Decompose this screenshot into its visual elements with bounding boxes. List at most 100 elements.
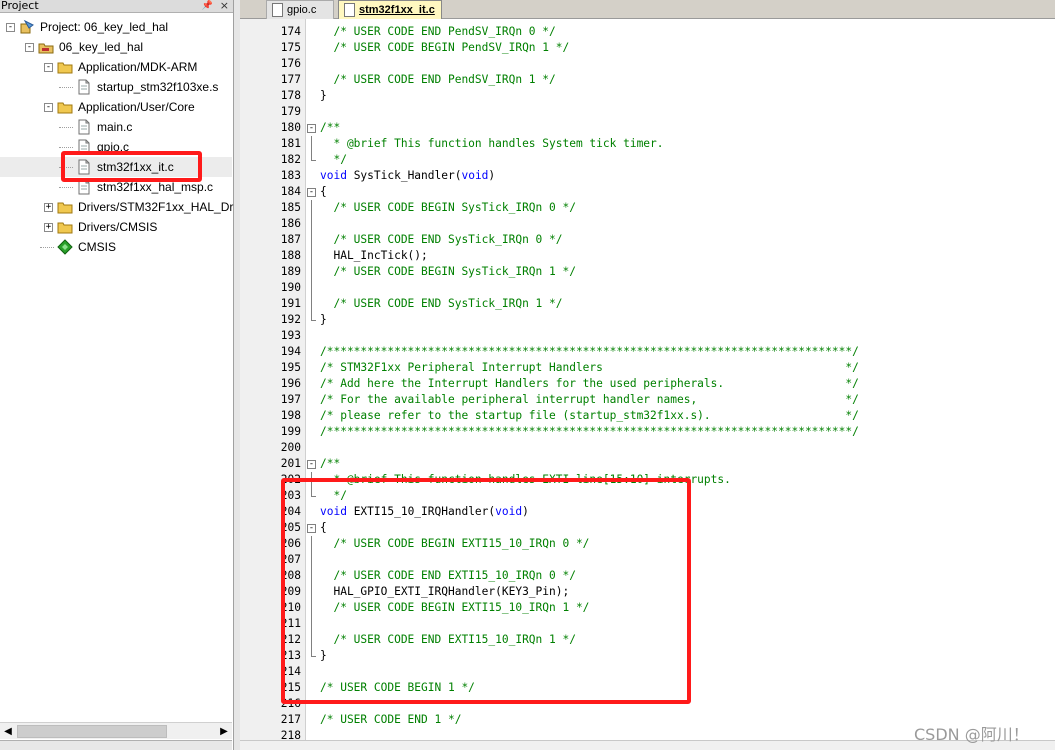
code-line[interactable]: 185 /* USER CODE BEGIN SysTick_IRQn 0 */	[240, 200, 1055, 216]
fold-toggle-icon[interactable]: -	[307, 188, 316, 197]
code-line[interactable]: 202 * @brief This function handles EXTI …	[240, 472, 1055, 488]
collapse-toggle-icon[interactable]: -	[6, 23, 15, 32]
comment-token: */	[320, 153, 347, 166]
code-text: HAL_IncTick();	[320, 248, 427, 264]
code-line[interactable]: 181 * @brief This function handles Syste…	[240, 136, 1055, 152]
tree-item[interactable]: + Drivers/STM32F1xx_HAL_Driv	[0, 197, 242, 217]
code-text: {	[320, 184, 327, 200]
code-line[interactable]: 207	[240, 552, 1055, 568]
code-line[interactable]: 190	[240, 280, 1055, 296]
code-token: }	[320, 649, 327, 662]
line-number: 200	[280, 441, 301, 454]
tree-item[interactable]: startup_stm32f103xe.s	[0, 77, 232, 97]
scroll-left-button[interactable]: ◀	[0, 724, 16, 739]
code-line[interactable]: 175 /* USER CODE BEGIN PendSV_IRQn 1 */	[240, 40, 1055, 56]
code-line[interactable]: 199 /************************************…	[240, 424, 1055, 440]
code-text-area[interactable]: 174 /* USER CODE END PendSV_IRQn 0 */175…	[240, 19, 1055, 750]
tree-item[interactable]: main.c	[0, 117, 232, 137]
tree-item[interactable]: stm32f1xx_hal_msp.c	[0, 177, 232, 197]
tree-item-label: stm32f1xx_hal_msp.c	[97, 180, 214, 194]
code-line[interactable]: 192}	[240, 312, 1055, 328]
code-line[interactable]: 179	[240, 104, 1055, 120]
tree-item[interactable]: - 06_key_led_hal	[0, 37, 232, 57]
tree-item[interactable]: - Application/MDK-ARM	[0, 57, 232, 77]
line-number: 210	[280, 601, 301, 614]
expand-toggle-icon[interactable]: +	[44, 203, 53, 212]
code-line[interactable]: 209 HAL_GPIO_EXTI_IRQHandler(KEY3_Pin);	[240, 584, 1055, 600]
code-line[interactable]: 191 /* USER CODE END SysTick_IRQn 1 */	[240, 296, 1055, 312]
line-number: 201	[280, 457, 301, 470]
code-line[interactable]: 210 /* USER CODE BEGIN EXTI15_10_IRQn 1 …	[240, 600, 1055, 616]
code-line[interactable]: 206 /* USER CODE BEGIN EXTI15_10_IRQn 0 …	[240, 536, 1055, 552]
fold-toggle-icon[interactable]: -	[307, 124, 316, 133]
tree-item[interactable]: gpio.c	[0, 137, 232, 157]
tree-connector	[40, 247, 54, 248]
line-number: 180	[280, 121, 301, 134]
code-text: /* USER CODE BEGIN SysTick_IRQn 0 */	[320, 200, 575, 216]
code-line[interactable]: 189 /* USER CODE BEGIN SysTick_IRQn 1 */	[240, 264, 1055, 280]
code-line[interactable]: 211	[240, 616, 1055, 632]
code-line[interactable]: 184-{	[240, 184, 1055, 200]
tree-item[interactable]: stm32f1xx_it.c	[0, 157, 232, 177]
tab-stm32f1xx-it-c[interactable]: stm32f1xx_it.c	[338, 0, 442, 19]
code-line[interactable]: 198 /* please refer to the startup file (…	[240, 408, 1055, 424]
code-line[interactable]: 187 /* USER CODE END SysTick_IRQn 0 */	[240, 232, 1055, 248]
code-line[interactable]: 182 */	[240, 152, 1055, 168]
code-line[interactable]: 177 /* USER CODE END PendSV_IRQn 1 */	[240, 72, 1055, 88]
code-line[interactable]: 216	[240, 696, 1055, 712]
project-horizontal-scrollbar[interactable]: ◀ ▶	[0, 722, 232, 739]
expand-toggle-icon[interactable]: +	[44, 223, 53, 232]
code-line[interactable]: 174 /* USER CODE END PendSV_IRQn 0 */	[240, 24, 1055, 40]
code-line[interactable]: 195 /* STM32F1xx Peripheral Interrupt Han…	[240, 360, 1055, 376]
code-line[interactable]: 200	[240, 440, 1055, 456]
code-line[interactable]: 204 void EXTI15_10_IRQHandler(void)	[240, 504, 1055, 520]
code-line[interactable]: 213}	[240, 648, 1055, 664]
code-line[interactable]: 208 /* USER CODE END EXTI15_10_IRQn 0 */	[240, 568, 1055, 584]
code-text: /* For the available peripheral interrup…	[320, 392, 859, 408]
code-line[interactable]: 194 /************************************…	[240, 344, 1055, 360]
folder-icon	[57, 199, 73, 215]
code-line[interactable]: 176	[240, 56, 1055, 72]
scrollbar-thumb[interactable]	[17, 725, 167, 738]
code-line[interactable]: 180-/**	[240, 120, 1055, 136]
tree-item[interactable]: + Drivers/CMSIS	[0, 217, 232, 237]
code-line[interactable]: 203 */	[240, 488, 1055, 504]
code-text: HAL_GPIO_EXTI_IRQHandler(KEY3_Pin);	[320, 584, 569, 600]
code-line[interactable]: 183 void SysTick_Handler(void)	[240, 168, 1055, 184]
collapse-toggle-icon[interactable]: -	[44, 63, 53, 72]
code-line[interactable]: 196 /* Add here the Interrupt Handlers fo…	[240, 376, 1055, 392]
line-number: 208	[280, 569, 301, 582]
collapse-toggle-icon[interactable]: -	[25, 43, 34, 52]
folder-icon	[57, 99, 73, 115]
tree-connector	[59, 187, 73, 188]
code-line[interactable]: 193	[240, 328, 1055, 344]
line-number: 182	[280, 153, 301, 166]
file-icon	[76, 139, 92, 155]
code-line[interactable]: 212 /* USER CODE END EXTI15_10_IRQn 1 */	[240, 632, 1055, 648]
fold-guide	[311, 536, 312, 552]
code-text: /* USER CODE END SysTick_IRQn 1 */	[320, 296, 562, 312]
tree-item[interactable]: - Application/User/Core	[0, 97, 232, 117]
line-number: 205	[280, 521, 301, 534]
scroll-right-button[interactable]: ▶	[216, 724, 232, 739]
pin-icon[interactable]: 📌	[202, 0, 213, 12]
code-line[interactable]: 205-{	[240, 520, 1055, 536]
close-icon[interactable]: ×	[220, 0, 229, 11]
code-line[interactable]: 215 /* USER CODE BEGIN 1 */	[240, 680, 1055, 696]
code-line[interactable]: 188 HAL_IncTick();	[240, 248, 1055, 264]
comment-token: */	[320, 489, 347, 502]
fold-toggle-icon[interactable]: -	[307, 460, 316, 469]
code-line[interactable]: 186	[240, 216, 1055, 232]
tab-gpio-c[interactable]: gpio.c	[266, 0, 334, 19]
fold-toggle-icon[interactable]: -	[307, 524, 316, 533]
folder-icon	[57, 59, 73, 75]
tree-item[interactable]: CMSIS	[0, 237, 232, 257]
code-line[interactable]: 178}	[240, 88, 1055, 104]
comment-token: /***************************************…	[320, 345, 859, 358]
code-line[interactable]: 201-/**	[240, 456, 1055, 472]
tree-item[interactable]: - Project: 06_key_led_hal	[0, 17, 232, 37]
code-line[interactable]: 214	[240, 664, 1055, 680]
fold-end-guide	[311, 312, 316, 321]
code-line[interactable]: 197 /* For the available peripheral inter…	[240, 392, 1055, 408]
collapse-toggle-icon[interactable]: -	[44, 103, 53, 112]
